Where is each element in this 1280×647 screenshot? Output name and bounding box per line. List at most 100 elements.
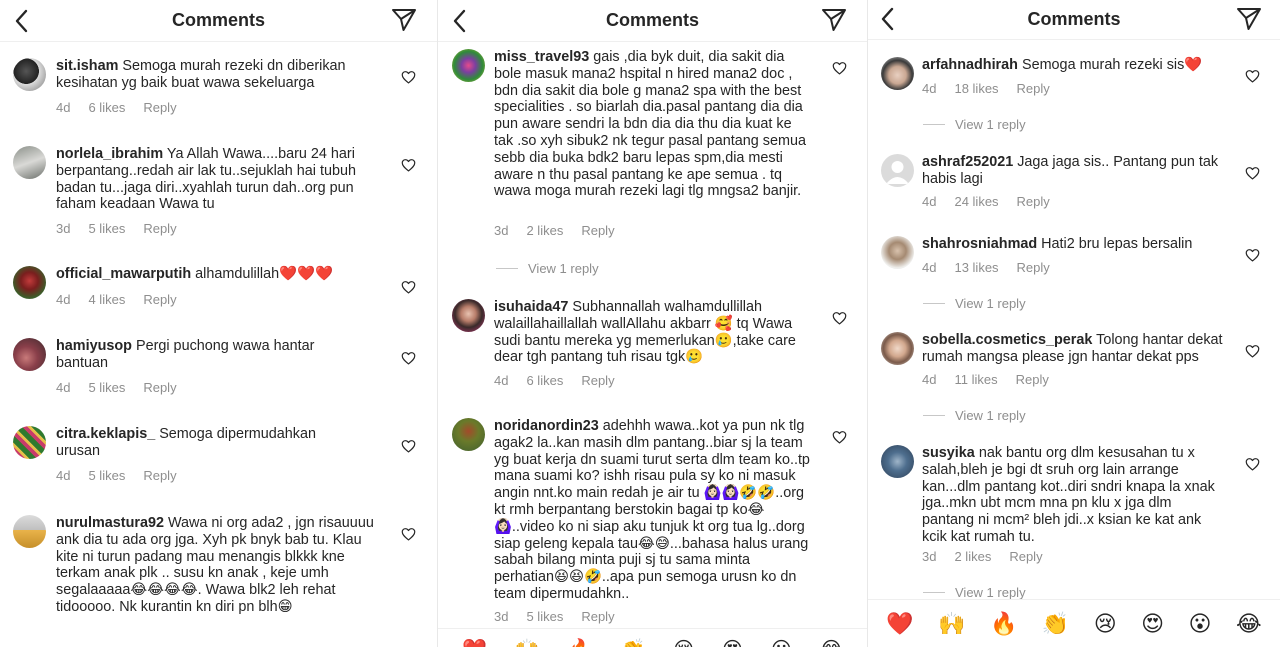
emoji-heart-eyes[interactable]: 😍 [722,637,743,647]
reply-button[interactable]: Reply [581,609,614,624]
emoji-clapping[interactable]: 👏 [620,637,645,647]
reply-button[interactable]: Reply [1017,260,1050,275]
comment-username[interactable]: isuhaida47 [494,299,568,315]
comment-item: hamiyusop Pergi puchong wawa hantar bant… [13,338,433,398]
emoji-raising-hands[interactable]: 🙌 [515,637,540,647]
comment-username[interactable]: sobella.cosmetics_perak [922,332,1092,348]
comments-header: Comments [438,0,867,42]
avatar[interactable] [13,266,46,299]
comment-meta: 4d 13 likes Reply [922,260,1050,275]
comment-text: isuhaida47 Subhannallah walhamdullillah … [494,299,796,366]
reply-divider-line [923,592,945,593]
comment-username[interactable]: nurulmastura92 [56,515,164,531]
quick-emoji-bar: ❤️ 🙌 🔥 👏 😢 😍 😮 😂 [438,628,867,647]
like-heart-icon[interactable] [1245,248,1260,262]
emoji-heart-eyes[interactable]: 😍 [1141,611,1164,637]
emoji-clapping[interactable]: 👏 [1042,611,1069,637]
comment-username[interactable]: susyika [922,445,975,461]
reply-button[interactable]: Reply [1017,81,1050,96]
comment-username[interactable]: shahrosniahmad [922,236,1037,252]
comment-username[interactable]: hamiyusop [56,338,132,354]
emoji-raising-hands[interactable]: 🙌 [938,611,965,637]
like-heart-icon[interactable] [401,351,416,365]
avatar[interactable] [881,332,914,365]
emoji-red-heart[interactable]: ❤️ [462,637,487,647]
send-filter-icon[interactable] [391,8,417,32]
like-heart-icon[interactable] [1245,457,1260,471]
comment-item: nurulmastura92 Wawa ni org ada2 , jgn ri… [13,515,433,635]
comment-text: ashraf252021 Jaga jaga sis.. Pantang pun… [922,154,1219,187]
view-replies-button[interactable]: View 1 reply [923,585,1026,600]
page-title: Comments [171,10,265,30]
view-replies-button[interactable]: View 1 reply [923,296,1026,311]
reply-button[interactable]: Reply [143,292,176,307]
emoji-fire[interactable]: 🔥 [990,611,1017,637]
view-replies-button[interactable]: View 1 reply [923,408,1026,423]
like-heart-icon[interactable] [1245,69,1260,83]
avatar[interactable] [452,49,485,82]
like-heart-icon[interactable] [401,527,416,541]
like-heart-icon[interactable] [401,439,416,453]
comment-username[interactable]: noridanordin23 [494,418,599,434]
emoji-laughing[interactable]: 😂 [1236,611,1262,637]
back-arrow-icon[interactable] [876,6,900,32]
reply-button[interactable]: Reply [143,100,176,115]
like-heart-icon[interactable] [401,158,416,172]
emoji-laughing[interactable]: 😂 [820,637,843,647]
reply-button[interactable]: Reply [1017,194,1050,209]
send-filter-icon[interactable] [821,8,847,32]
reply-button[interactable]: Reply [1016,372,1049,387]
comment-username[interactable]: sit.isham [56,58,118,74]
emoji-red-heart[interactable]: ❤️ [886,611,913,637]
avatar[interactable] [13,515,46,548]
reply-button[interactable]: Reply [581,223,614,238]
like-heart-icon[interactable] [1245,166,1260,180]
page-title: Comments [1027,9,1121,29]
reply-button[interactable]: Reply [143,380,176,395]
like-heart-icon[interactable] [1245,344,1260,358]
comment-username[interactable]: official_mawarputih [56,266,191,282]
emoji-surprised[interactable]: 😮 [1189,611,1212,637]
emoji-surprised[interactable]: 😮 [771,637,792,647]
view-replies-button[interactable]: View 1 reply [923,117,1026,132]
avatar[interactable] [13,58,46,91]
reply-button[interactable]: Reply [143,221,176,236]
emoji-fire[interactable]: 🔥 [568,637,593,647]
emoji-crying[interactable]: 😢 [1094,611,1117,637]
back-arrow-icon[interactable] [10,8,34,34]
comment-text: sobella.cosmetics_perak Tolong hantar de… [922,332,1223,365]
like-heart-icon[interactable] [832,61,847,75]
avatar[interactable] [13,338,46,371]
comment-text: norlela_ibrahim Ya Allah Wawa....baru 24… [56,146,357,213]
back-arrow-icon[interactable] [448,8,472,34]
view-replies-button[interactable]: View 1 reply [496,261,599,276]
avatar[interactable] [881,236,914,269]
avatar[interactable] [452,418,485,451]
avatar[interactable] [452,299,485,332]
comment-meta: 4d 6 likes Reply [494,373,615,388]
like-heart-icon[interactable] [401,70,416,84]
like-heart-icon[interactable] [401,280,416,294]
emoji-crying[interactable]: 😢 [673,637,694,647]
avatar[interactable] [13,146,46,179]
avatar[interactable] [881,445,914,478]
avatar-placeholder[interactable] [881,154,914,187]
page-title: Comments [605,10,699,30]
comment-text: official_mawarputih alhamdulillah❤️❤️❤️ [56,266,333,282]
reply-divider-line [923,124,945,125]
comment-username[interactable]: arfahnadhirah [922,57,1018,73]
comment-username[interactable]: citra.keklapis_ [56,426,155,442]
avatar[interactable] [13,426,46,459]
comment-username[interactable]: miss_travel93 [494,49,589,65]
reply-button[interactable]: Reply [1009,549,1042,564]
send-filter-icon[interactable] [1236,7,1262,31]
comment-username[interactable]: ashraf252021 [922,154,1013,170]
comments-panel-1: Comments sit.isham Semoga murah rezeki d… [0,0,437,647]
like-heart-icon[interactable] [832,311,847,325]
like-heart-icon[interactable] [832,430,847,444]
reply-button[interactable]: Reply [581,373,614,388]
comment-meta: 4d 11 likes Reply [922,372,1049,387]
comment-username[interactable]: norlela_ibrahim [56,146,163,162]
reply-button[interactable]: Reply [143,468,176,483]
avatar[interactable] [881,57,914,90]
